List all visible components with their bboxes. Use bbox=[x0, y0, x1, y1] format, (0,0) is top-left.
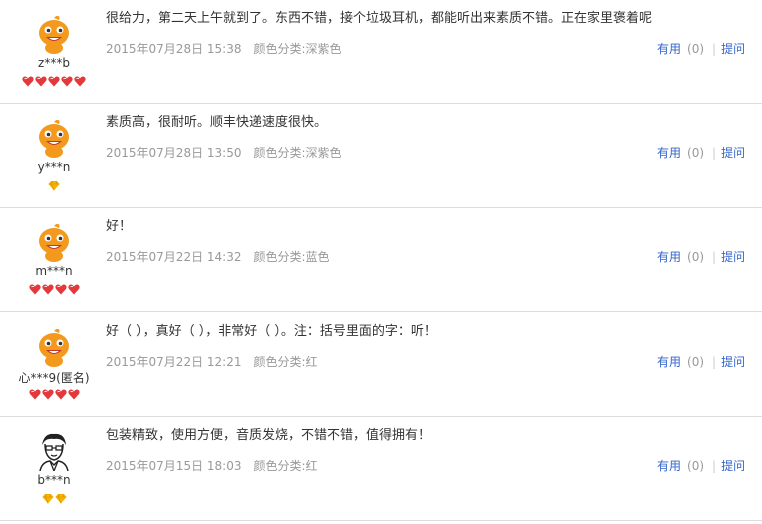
ask-button[interactable]: 提问 bbox=[721, 146, 745, 160]
useful-button[interactable]: 有用 bbox=[657, 355, 681, 369]
useful-button[interactable]: 有用 bbox=[657, 146, 681, 160]
review-date: 2015年07月15日 18:03 bbox=[106, 459, 242, 473]
buyer-credit-badges bbox=[0, 76, 108, 88]
divider: | bbox=[712, 250, 717, 264]
divider: | bbox=[712, 355, 717, 369]
review-date: 2015年07月22日 12:21 bbox=[106, 355, 242, 369]
review-item: b***n 包装精致，使用方便，音质发烧，不错不错，值得拥有！ 2015年07月… bbox=[0, 417, 762, 521]
review-text: 很给力，第二天上午就到了。东西不错，接个垃圾耳机，都能听出来素质不错。正在家里褒… bbox=[106, 11, 653, 26]
avatar[interactable] bbox=[34, 327, 74, 367]
review-actions: 有用 (0) | 提问 bbox=[657, 457, 745, 474]
yellow-diamond-badge-icon bbox=[55, 493, 66, 504]
sku-info: 颜色分类:深紫色 bbox=[253, 42, 342, 56]
useful-count: (0) bbox=[687, 459, 705, 473]
buyer-credit-badges bbox=[0, 180, 108, 192]
sku-info: 颜色分类:红 bbox=[253, 459, 318, 473]
sku-info: 颜色分类:深紫色 bbox=[253, 146, 342, 160]
sketch-portrait-icon bbox=[34, 431, 74, 471]
review-item: z***b 很给力，第二天上午就到了。东西不错，接个垃圾耳机，都能听出来素质不错… bbox=[0, 0, 762, 104]
review-date: 2015年07月28日 13:50 bbox=[106, 146, 242, 160]
red-heart-badge-icon bbox=[35, 76, 47, 87]
review-actions: 有用 (0) | 提问 bbox=[657, 248, 745, 265]
yellow-diamond-badge-icon bbox=[42, 493, 53, 504]
mascot-avatar-icon bbox=[34, 327, 74, 367]
mascot-avatar-icon bbox=[34, 222, 74, 262]
buyer-credit-badges bbox=[0, 389, 108, 401]
sku-info: 颜色分类:红 bbox=[253, 355, 318, 369]
review-meta: 2015年07月22日 14:32 颜色分类:蓝色 bbox=[106, 248, 330, 265]
mascot-avatar-icon bbox=[34, 14, 74, 54]
reviewer-name[interactable]: y***n bbox=[0, 160, 108, 174]
review-meta: 2015年07月22日 12:21 颜色分类:红 bbox=[106, 353, 318, 370]
divider: | bbox=[712, 42, 717, 56]
divider: | bbox=[712, 146, 717, 160]
sku-info: 颜色分类:蓝色 bbox=[253, 250, 330, 264]
red-heart-badge-icon bbox=[48, 76, 60, 87]
red-heart-badge-icon bbox=[22, 76, 34, 87]
useful-button[interactable]: 有用 bbox=[657, 250, 681, 264]
red-heart-badge-icon bbox=[41, 389, 54, 400]
ask-button[interactable]: 提问 bbox=[721, 250, 745, 264]
red-heart-badge-icon bbox=[28, 389, 41, 400]
review-meta: 2015年07月28日 15:38 颜色分类:深紫色 bbox=[106, 40, 342, 57]
red-heart-badge-icon bbox=[61, 76, 73, 87]
avatar[interactable] bbox=[34, 14, 74, 54]
mascot-avatar-icon bbox=[34, 118, 74, 158]
ask-button[interactable]: 提问 bbox=[721, 42, 745, 56]
review-meta: 2015年07月15日 18:03 颜色分类:红 bbox=[106, 457, 318, 474]
review-list: z***b 很给力，第二天上午就到了。东西不错，接个垃圾耳机，都能听出来素质不错… bbox=[0, 0, 762, 524]
avatar[interactable] bbox=[34, 118, 74, 158]
reviewer-name[interactable]: b***n bbox=[0, 473, 108, 487]
reviewer-name[interactable]: 心***9(匿名) bbox=[0, 369, 108, 386]
review-text: 素质高，很耐听。顺丰快递速度很快。 bbox=[106, 115, 328, 130]
useful-count: (0) bbox=[687, 250, 705, 264]
review-text: 包装精致，使用方便，音质发烧，不错不错，值得拥有！ bbox=[106, 428, 432, 443]
reviewer-name[interactable]: m***n bbox=[0, 264, 108, 278]
avatar[interactable] bbox=[34, 431, 74, 471]
review-actions: 有用 (0) | 提问 bbox=[657, 40, 745, 57]
review-actions: 有用 (0) | 提问 bbox=[657, 353, 745, 370]
review-date: 2015年07月28日 15:38 bbox=[106, 42, 242, 56]
review-item: 心***9(匿名) 好（ ），真好（ ），非常好（ ）。注：括号里面的字：听！ … bbox=[0, 313, 762, 417]
divider: | bbox=[712, 459, 717, 473]
red-heart-badge-icon bbox=[54, 284, 67, 295]
useful-count: (0) bbox=[687, 42, 705, 56]
red-heart-badge-icon bbox=[67, 284, 80, 295]
review-meta: 2015年07月28日 13:50 颜色分类:深紫色 bbox=[106, 144, 342, 161]
ask-button[interactable]: 提问 bbox=[721, 459, 745, 473]
review-text: 好（ ），真好（ ），非常好（ ）。注：括号里面的字：听！ bbox=[106, 324, 437, 339]
yellow-diamond-badge-icon bbox=[48, 180, 60, 191]
red-heart-badge-icon bbox=[67, 389, 80, 400]
reviewer-name[interactable]: z***b bbox=[0, 56, 108, 70]
review-item: y***n 素质高，很耐听。顺丰快递速度很快。 2015年07月28日 13:5… bbox=[0, 104, 762, 208]
review-actions: 有用 (0) | 提问 bbox=[657, 144, 745, 161]
buyer-credit-badges bbox=[0, 493, 108, 505]
buyer-credit-badges bbox=[0, 284, 108, 296]
review-text: 好！ bbox=[106, 219, 133, 234]
red-heart-badge-icon bbox=[54, 389, 67, 400]
review-item: m***n 好！ 2015年07月22日 14:32 颜色分类:蓝色 有用 (0) |… bbox=[0, 208, 762, 312]
ask-button[interactable]: 提问 bbox=[721, 355, 745, 369]
red-heart-badge-icon bbox=[28, 284, 41, 295]
avatar[interactable] bbox=[34, 222, 74, 262]
review-date: 2015年07月22日 14:32 bbox=[106, 250, 242, 264]
useful-button[interactable]: 有用 bbox=[657, 459, 681, 473]
useful-count: (0) bbox=[687, 355, 705, 369]
red-heart-badge-icon bbox=[41, 284, 54, 295]
red-heart-badge-icon bbox=[74, 76, 86, 87]
useful-count: (0) bbox=[687, 146, 705, 160]
useful-button[interactable]: 有用 bbox=[657, 42, 681, 56]
